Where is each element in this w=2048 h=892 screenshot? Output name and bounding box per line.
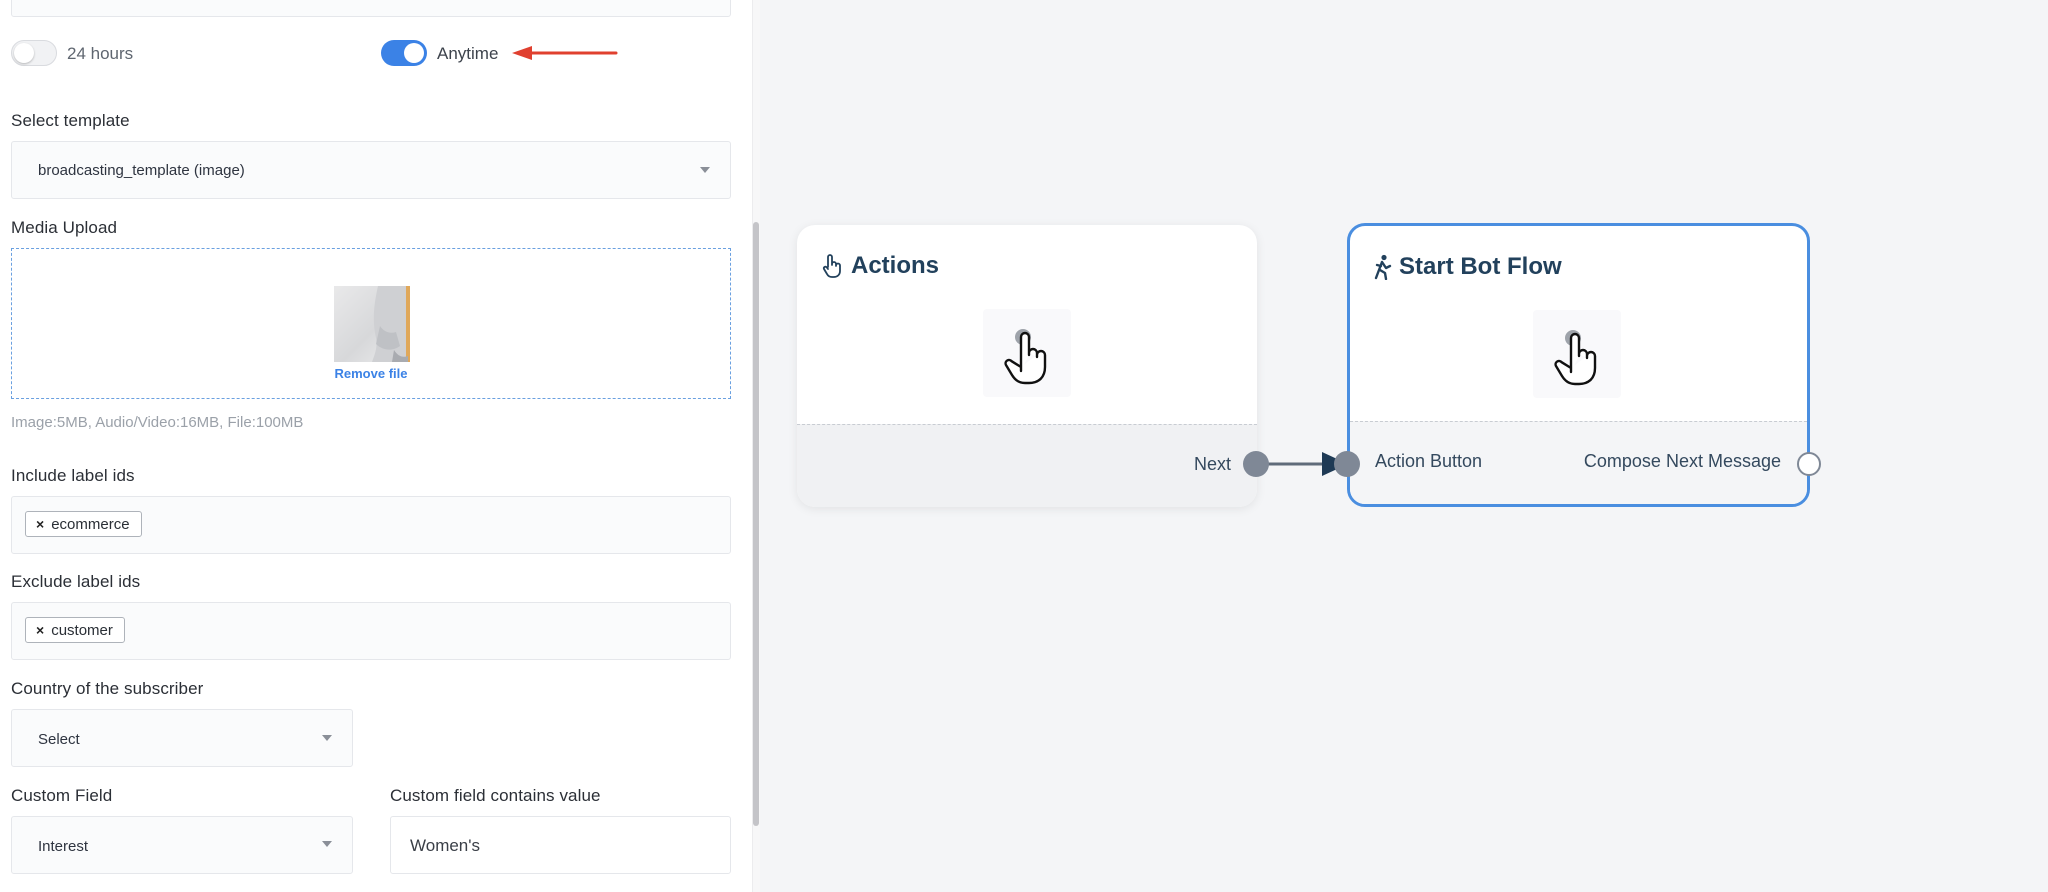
custom-value-label: Custom field contains value: [390, 786, 601, 805]
label-chip: × customer: [25, 617, 125, 643]
media-dropzone[interactable]: Remove file: [11, 248, 731, 399]
chip-text: customer: [51, 621, 113, 639]
include-label-ids-input[interactable]: × ecommerce: [11, 496, 731, 554]
media-size-limits: Image:5MB, Audio/Video:16MB, File:100MB: [11, 414, 304, 431]
actions-node[interactable]: Actions Next: [797, 225, 1257, 507]
toggle-anytime-label: Anytime: [437, 44, 499, 63]
select-template-label: Select template: [11, 111, 130, 130]
port-next-label: Next: [1193, 454, 1231, 474]
custom-field-select[interactable]: Interest: [11, 816, 353, 874]
custom-value-text: Women's: [410, 836, 481, 855]
remove-chip-icon[interactable]: ×: [36, 622, 44, 638]
country-select[interactable]: Select: [11, 709, 353, 767]
country-select-value: Select: [38, 731, 80, 748]
remove-file-link[interactable]: Remove file: [12, 366, 730, 381]
actions-node-footer: Next: [797, 424, 1257, 507]
previous-field[interactable]: [11, 0, 731, 17]
exclude-label-ids-input[interactable]: × customer: [11, 602, 731, 660]
panel-scrollbar-thumb[interactable]: [753, 222, 759, 826]
port-action-button-label: Action Button: [1375, 451, 1483, 471]
toggle-24-hours-label: 24 hours: [67, 44, 134, 63]
node-title-text: Start Bot Flow: [1399, 253, 1562, 280]
bot-flow-node-footer: Action Button Compose Next Message: [1350, 421, 1807, 504]
settings-panel: 24 hours Anytime Select template broadca…: [0, 0, 752, 892]
node-title-text: Actions: [851, 252, 940, 279]
toggle-anytime[interactable]: [381, 40, 427, 66]
custom-value-input[interactable]: Women's: [390, 816, 731, 874]
tap-hand-graphic: [1554, 330, 1597, 386]
tap-hand-icon: [1533, 310, 1621, 398]
toggle-knob: [404, 43, 424, 63]
port-next-handle[interactable]: [1243, 451, 1269, 477]
toggle-24-hours[interactable]: [11, 40, 57, 66]
tap-hand-icon: [983, 309, 1071, 397]
port-action-button-handle[interactable]: [1334, 451, 1360, 477]
annotation-arrow-icon: [512, 46, 618, 60]
actions-node-title: Actions: [821, 252, 939, 280]
chevron-down-icon: [322, 841, 332, 847]
walking-person-icon: [1374, 254, 1392, 280]
template-select-value: broadcasting_template (image): [38, 162, 245, 179]
include-label-ids-label: Include label ids: [11, 466, 135, 485]
custom-field-select-value: Interest: [38, 838, 89, 855]
label-chip: × ecommerce: [25, 511, 142, 537]
bot-flow-node-title: Start Bot Flow: [1373, 253, 1562, 281]
media-upload-label: Media Upload: [11, 218, 118, 237]
exclude-label-ids-label: Exclude label ids: [11, 572, 141, 591]
port-compose-next-label: Compose Next Message: [1583, 451, 1781, 471]
pointer-hand-icon: [822, 254, 841, 278]
port-compose-next-handle[interactable]: [1797, 452, 1821, 476]
chevron-down-icon: [322, 735, 332, 741]
chip-text: ecommerce: [51, 515, 130, 533]
country-label: Country of the subscriber: [11, 679, 204, 698]
toggle-knob: [14, 43, 34, 63]
template-select[interactable]: broadcasting_template (image): [11, 141, 731, 199]
media-thumbnail: [334, 286, 410, 362]
start-bot-flow-node[interactable]: Start Bot Flow Action Button Compose Nex…: [1347, 223, 1810, 507]
tap-hand-graphic: [1004, 329, 1047, 385]
shirt-image-icon: [372, 286, 410, 362]
remove-chip-icon[interactable]: ×: [36, 516, 44, 532]
chevron-down-icon: [700, 167, 710, 173]
custom-field-label: Custom Field: [11, 786, 113, 805]
